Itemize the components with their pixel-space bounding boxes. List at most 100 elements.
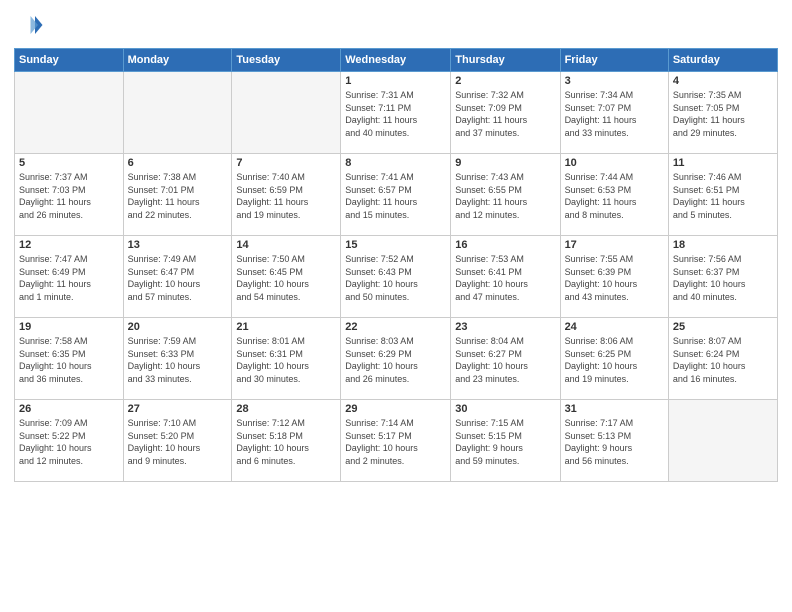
day-info: Sunrise: 7:31 AM Sunset: 7:11 PM Dayligh… [345,89,446,139]
header [14,10,778,40]
day-info: Sunrise: 7:56 AM Sunset: 6:37 PM Dayligh… [673,253,773,303]
calendar-week-row: 1 Sunrise: 7:31 AM Sunset: 7:11 PM Daylig… [15,72,778,154]
calendar-day-cell: 27 Sunrise: 7:10 AM Sunset: 5:20 PM Dayli… [123,400,232,482]
logo [14,10,48,40]
calendar-day-cell [15,72,124,154]
calendar-day-cell: 31 Sunrise: 7:17 AM Sunset: 5:13 PM Dayli… [560,400,668,482]
day-info: Sunrise: 7:35 AM Sunset: 7:05 PM Dayligh… [673,89,773,139]
weekday-header-cell: Friday [560,49,668,72]
day-number: 7 [236,157,336,169]
calendar-day-cell: 18 Sunrise: 7:56 AM Sunset: 6:37 PM Dayli… [668,236,777,318]
calendar-day-cell: 8Sunrise: 7:41 AM Sunset: 6:57 PM Daylig… [341,154,451,236]
day-info: Sunrise: 7:47 AM Sunset: 6:49 PM Dayligh… [19,253,119,303]
day-info: Sunrise: 7:32 AM Sunset: 7:09 PM Dayligh… [455,89,555,139]
day-number: 10 [565,157,664,169]
weekday-header-row: SundayMondayTuesdayWednesdayThursdayFrid… [15,49,778,72]
day-number: 22 [345,321,446,333]
day-number: 3 [565,75,664,87]
calendar-day-cell: 25 Sunrise: 8:07 AM Sunset: 6:24 PM Dayli… [668,318,777,400]
calendar-day-cell: 3 Sunrise: 7:34 AM Sunset: 7:07 PM Daylig… [560,72,668,154]
day-info: Sunrise: 8:07 AM Sunset: 6:24 PM Dayligh… [673,335,773,385]
calendar-day-cell: 23 Sunrise: 8:04 AM Sunset: 6:27 PM Dayli… [451,318,560,400]
calendar-day-cell [123,72,232,154]
weekday-header-cell: Tuesday [232,49,341,72]
day-info: Sunrise: 7:10 AM Sunset: 5:20 PM Dayligh… [128,417,228,467]
calendar-day-cell: 10 Sunrise: 7:44 AM Sunset: 6:53 PM Dayli… [560,154,668,236]
weekday-header-cell: Saturday [668,49,777,72]
day-info: Sunrise: 7:09 AM Sunset: 5:22 PM Dayligh… [19,417,119,467]
day-number: 26 [19,403,119,415]
calendar-day-cell: 15 Sunrise: 7:52 AM Sunset: 6:43 PM Dayli… [341,236,451,318]
day-number: 21 [236,321,336,333]
calendar-day-cell: 12 Sunrise: 7:47 AM Sunset: 6:49 PM Dayli… [15,236,124,318]
day-info: Sunrise: 7:46 AM Sunset: 6:51 PM Dayligh… [673,171,773,221]
day-info: Sunrise: 7:43 AM Sunset: 6:55 PM Dayligh… [455,171,555,221]
day-info: Sunrise: 7:34 AM Sunset: 7:07 PM Dayligh… [565,89,664,139]
day-info: Sunrise: 7:40 AM Sunset: 6:59 PM Dayligh… [236,171,336,221]
day-number: 18 [673,239,773,251]
day-info: Sunrise: 7:37 AM Sunset: 7:03 PM Dayligh… [19,171,119,221]
day-number: 23 [455,321,555,333]
calendar-week-row: 5Sunrise: 7:37 AM Sunset: 7:03 PM Daylig… [15,154,778,236]
calendar-day-cell: 26 Sunrise: 7:09 AM Sunset: 5:22 PM Dayli… [15,400,124,482]
day-info: Sunrise: 7:44 AM Sunset: 6:53 PM Dayligh… [565,171,664,221]
day-info: Sunrise: 7:17 AM Sunset: 5:13 PM Dayligh… [565,417,664,467]
calendar-day-cell: 16Sunrise: 7:53 AM Sunset: 6:41 PM Dayli… [451,236,560,318]
logo-icon [14,10,44,40]
day-info: Sunrise: 7:59 AM Sunset: 6:33 PM Dayligh… [128,335,228,385]
calendar-day-cell [668,400,777,482]
day-number: 9 [455,157,555,169]
calendar-table: SundayMondayTuesdayWednesdayThursdayFrid… [14,48,778,482]
calendar-day-cell: 4 Sunrise: 7:35 AM Sunset: 7:05 PM Daylig… [668,72,777,154]
day-number: 29 [345,403,446,415]
day-info: Sunrise: 7:15 AM Sunset: 5:15 PM Dayligh… [455,417,555,467]
day-number: 28 [236,403,336,415]
day-number: 1 [345,75,446,87]
day-number: 14 [236,239,336,251]
day-number: 31 [565,403,664,415]
day-number: 25 [673,321,773,333]
day-info: Sunrise: 7:41 AM Sunset: 6:57 PM Dayligh… [345,171,446,221]
weekday-header-cell: Wednesday [341,49,451,72]
calendar-day-cell: 21 Sunrise: 8:01 AM Sunset: 6:31 PM Dayli… [232,318,341,400]
calendar-day-cell: 13Sunrise: 7:49 AM Sunset: 6:47 PM Dayli… [123,236,232,318]
day-info: Sunrise: 8:03 AM Sunset: 6:29 PM Dayligh… [345,335,446,385]
day-number: 16 [455,239,555,251]
calendar-week-row: 26 Sunrise: 7:09 AM Sunset: 5:22 PM Dayli… [15,400,778,482]
weekday-header-cell: Sunday [15,49,124,72]
day-number: 2 [455,75,555,87]
day-info: Sunrise: 8:01 AM Sunset: 6:31 PM Dayligh… [236,335,336,385]
day-number: 30 [455,403,555,415]
day-info: Sunrise: 8:06 AM Sunset: 6:25 PM Dayligh… [565,335,664,385]
calendar-body: 1 Sunrise: 7:31 AM Sunset: 7:11 PM Daylig… [15,72,778,482]
calendar-day-cell: 22 Sunrise: 8:03 AM Sunset: 6:29 PM Dayli… [341,318,451,400]
day-number: 19 [19,321,119,333]
calendar-day-cell: 6Sunrise: 7:38 AM Sunset: 7:01 PM Daylig… [123,154,232,236]
calendar-day-cell: 30 Sunrise: 7:15 AM Sunset: 5:15 PM Dayli… [451,400,560,482]
day-info: Sunrise: 8:04 AM Sunset: 6:27 PM Dayligh… [455,335,555,385]
calendar-day-cell: 19 Sunrise: 7:58 AM Sunset: 6:35 PM Dayli… [15,318,124,400]
calendar-day-cell: 28Sunrise: 7:12 AM Sunset: 5:18 PM Dayli… [232,400,341,482]
calendar-week-row: 19 Sunrise: 7:58 AM Sunset: 6:35 PM Dayli… [15,318,778,400]
calendar-week-row: 12 Sunrise: 7:47 AM Sunset: 6:49 PM Dayli… [15,236,778,318]
calendar-day-cell [232,72,341,154]
day-number: 15 [345,239,446,251]
calendar-day-cell: 29Sunrise: 7:14 AM Sunset: 5:17 PM Dayli… [341,400,451,482]
calendar-day-cell: 7 Sunrise: 7:40 AM Sunset: 6:59 PM Daylig… [232,154,341,236]
day-info: Sunrise: 7:55 AM Sunset: 6:39 PM Dayligh… [565,253,664,303]
day-number: 4 [673,75,773,87]
calendar-day-cell: 20 Sunrise: 7:59 AM Sunset: 6:33 PM Dayli… [123,318,232,400]
day-number: 13 [128,239,228,251]
day-info: Sunrise: 7:52 AM Sunset: 6:43 PM Dayligh… [345,253,446,303]
page: SundayMondayTuesdayWednesdayThursdayFrid… [0,0,792,612]
day-number: 11 [673,157,773,169]
day-number: 27 [128,403,228,415]
calendar-day-cell: 17Sunrise: 7:55 AM Sunset: 6:39 PM Dayli… [560,236,668,318]
day-number: 20 [128,321,228,333]
weekday-header-cell: Monday [123,49,232,72]
calendar-day-cell: 11 Sunrise: 7:46 AM Sunset: 6:51 PM Dayli… [668,154,777,236]
day-info: Sunrise: 7:58 AM Sunset: 6:35 PM Dayligh… [19,335,119,385]
calendar-day-cell: 14Sunrise: 7:50 AM Sunset: 6:45 PM Dayli… [232,236,341,318]
calendar-day-cell: 9 Sunrise: 7:43 AM Sunset: 6:55 PM Daylig… [451,154,560,236]
day-number: 12 [19,239,119,251]
